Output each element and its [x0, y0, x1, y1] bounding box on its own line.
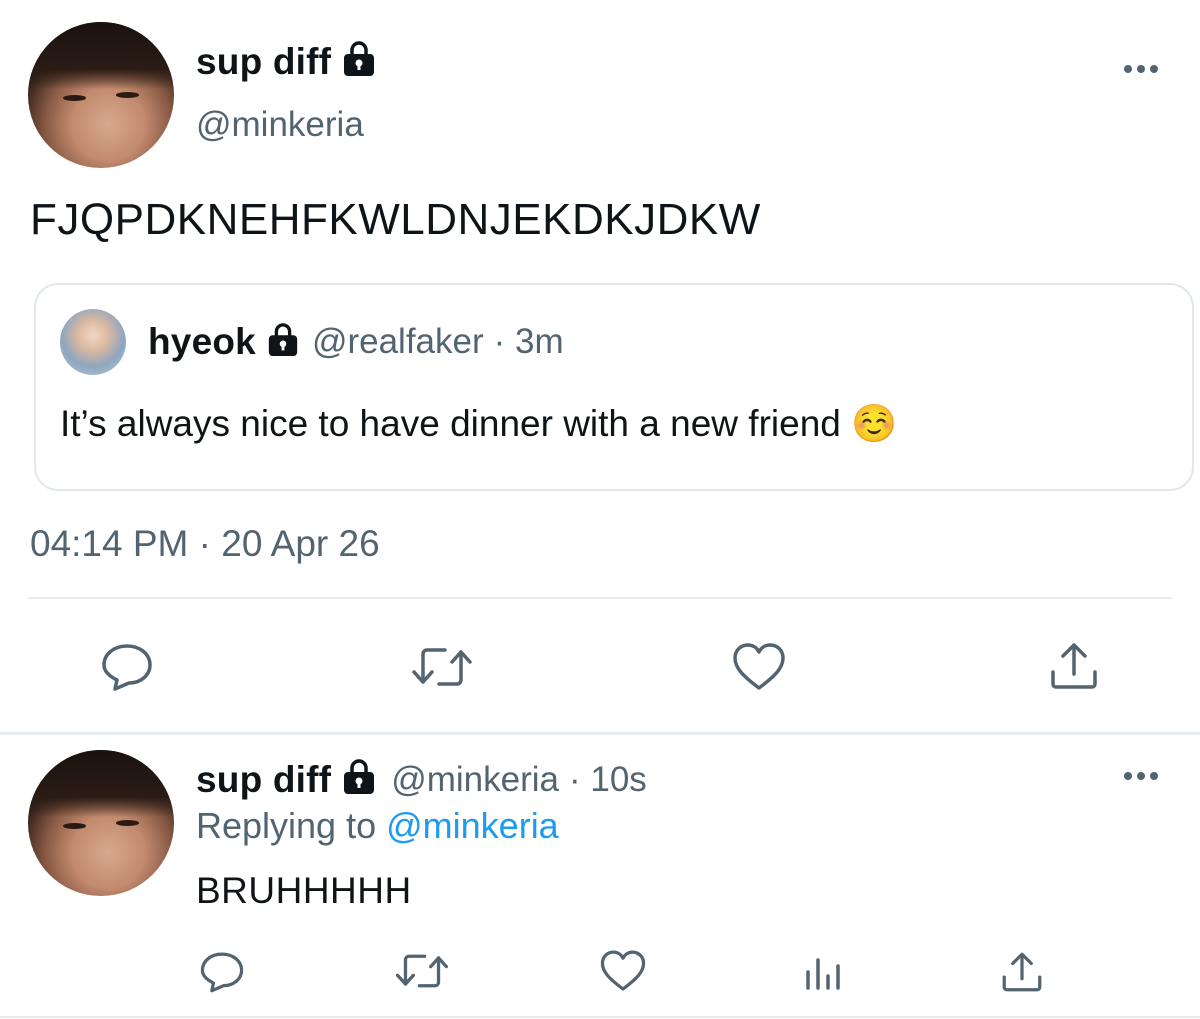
divider [0, 732, 1200, 735]
lock-icon [266, 322, 300, 363]
reply-icon[interactable] [199, 950, 245, 994]
retweet-icon[interactable] [411, 644, 473, 690]
lock-icon [341, 40, 377, 83]
tweet-timestamp[interactable]: 04:14 PM · 20 Apr 26 [30, 523, 380, 565]
retweet-icon[interactable] [395, 951, 449, 991]
quote-age: · 3m [493, 322, 564, 361]
divider [0, 1016, 1200, 1018]
quoted-tweet-card[interactable]: hyeok @realfaker · 3m It’s always nice t… [34, 283, 1194, 491]
reply-author-handle[interactable]: @minkeria [391, 760, 559, 800]
replying-to-line: Replying to @minkeria [196, 805, 559, 847]
more-icon[interactable] [1124, 772, 1158, 780]
replying-to-link[interactable]: @minkeria [386, 805, 559, 846]
avatar[interactable] [28, 750, 174, 896]
analytics-icon[interactable] [802, 950, 844, 992]
divider [28, 597, 1172, 599]
heart-icon[interactable] [599, 949, 647, 993]
author-name[interactable]: sup diff [196, 41, 331, 83]
reply-icon[interactable] [100, 642, 154, 692]
reply-author-name[interactable]: sup diff [196, 759, 331, 801]
reply-age: · 10s [568, 759, 647, 799]
quote-author-name: hyeok [148, 321, 256, 362]
share-icon[interactable] [1000, 950, 1044, 994]
author-handle[interactable]: @minkeria [196, 105, 364, 145]
avatar[interactable] [28, 22, 174, 168]
lock-icon [341, 758, 377, 801]
quote-text: It’s always nice to have dinner with a n… [60, 403, 898, 444]
heart-icon[interactable] [731, 642, 787, 692]
share-icon[interactable] [1048, 640, 1100, 692]
reply-text: BRUHHHHH [196, 870, 412, 911]
quote-author-handle: @realfaker [311, 322, 484, 361]
more-icon[interactable] [1124, 65, 1158, 73]
replying-to-label: Replying to [196, 805, 377, 846]
tweet-text: FJQPDKNEHFKWLDNJEKDKJDKW [30, 195, 761, 244]
quote-avatar[interactable] [60, 309, 126, 375]
